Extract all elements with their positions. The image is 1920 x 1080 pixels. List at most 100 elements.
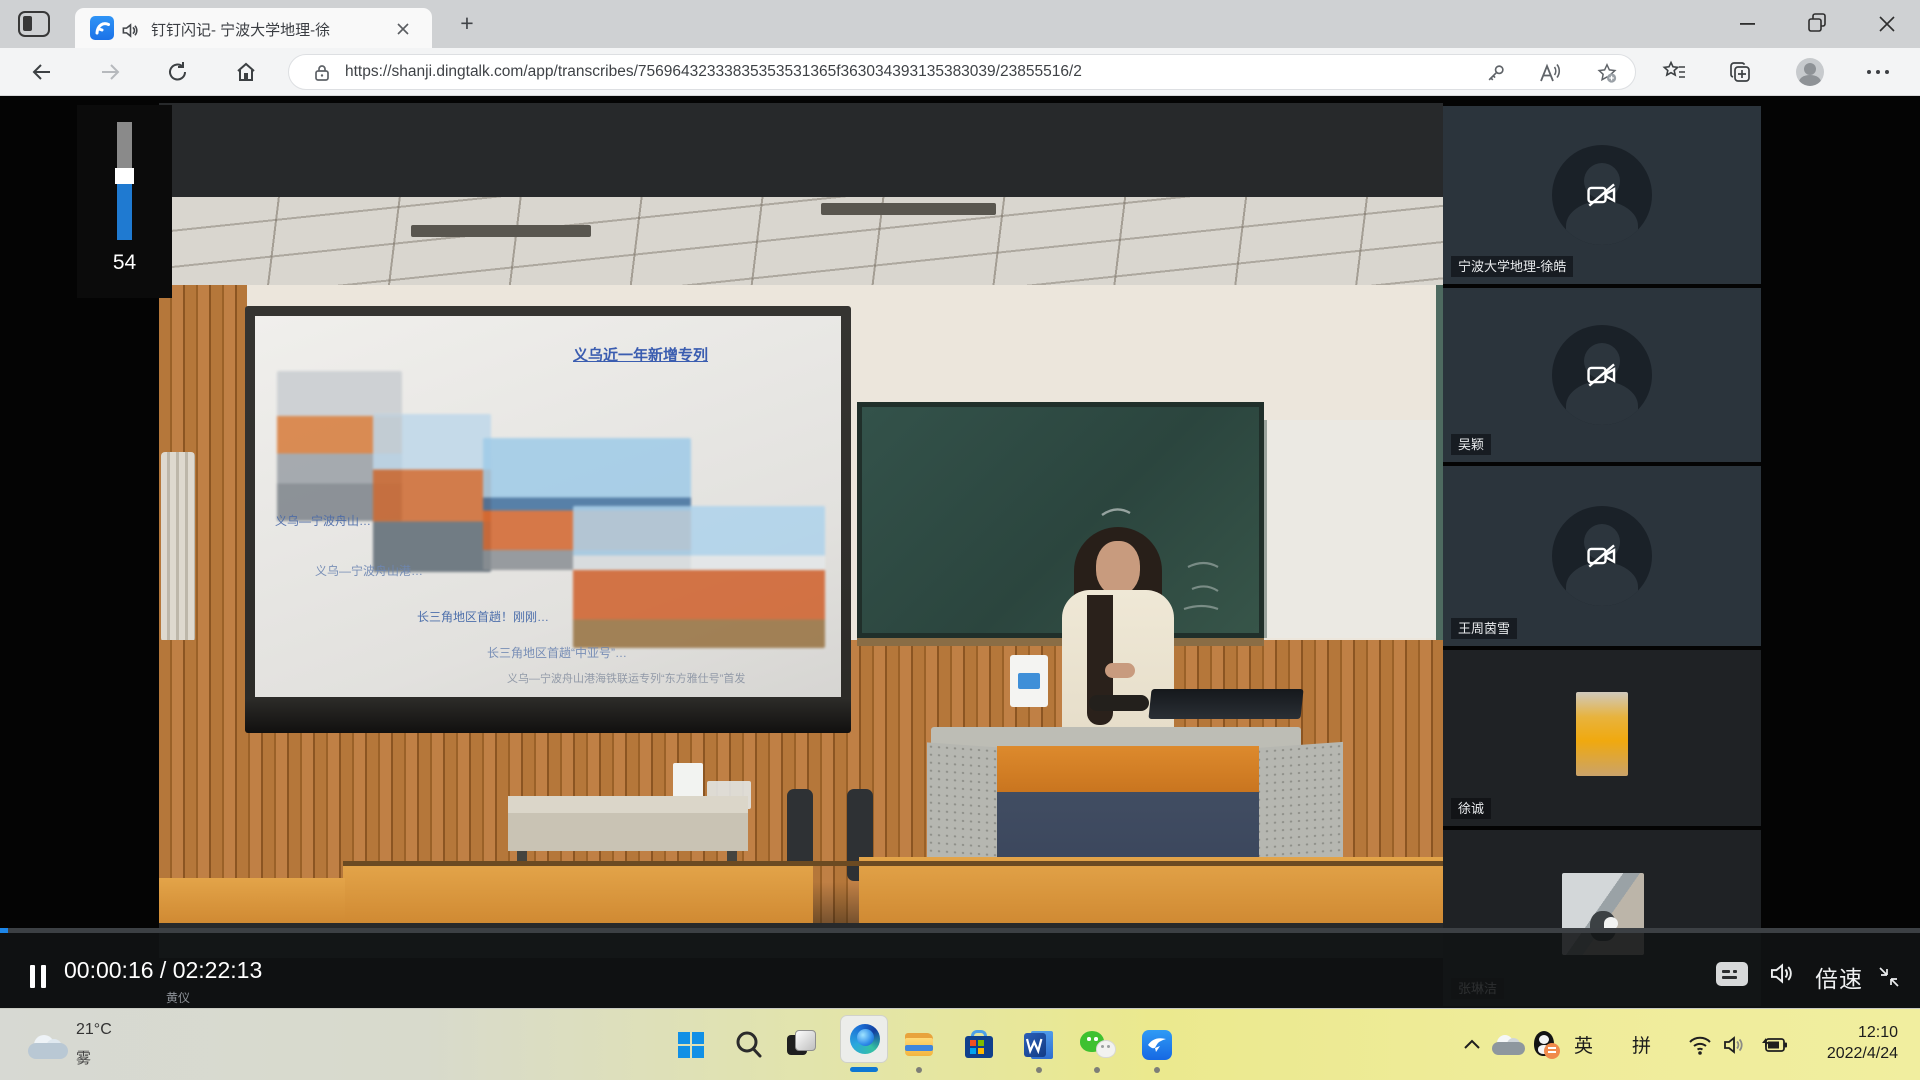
edge-icon <box>850 1024 880 1054</box>
camera-off-icon <box>1585 539 1619 573</box>
front-desk <box>859 857 1443 923</box>
tab-actions-icon[interactable] <box>18 11 50 37</box>
wechat-icon[interactable] <box>1077 1025 1117 1065</box>
battery-icon[interactable] <box>1756 1034 1788 1061</box>
window-restore-button[interactable] <box>1792 0 1842 48</box>
ime-english-indicator[interactable]: 英 <box>1574 1031 1593 1058</box>
window-close-button[interactable] <box>1862 0 1912 48</box>
progress-bar[interactable] <box>0 928 1920 933</box>
collapse-view-icon[interactable] <box>1876 964 1902 995</box>
participant-tile[interactable]: 徐诚 <box>1443 650 1761 826</box>
qq-icon[interactable] <box>1532 1031 1562 1061</box>
player-volume-icon[interactable] <box>1768 960 1795 992</box>
slide-headline: 义乌—宁波舟山… <box>275 512 371 529</box>
microsoft-store-icon[interactable] <box>959 1025 999 1065</box>
desk-front <box>508 813 748 851</box>
participant-avatar <box>1552 506 1652 606</box>
address-bar[interactable]: https://shanji.dingtalk.com/app/transcri… <box>288 54 1636 90</box>
blackboard <box>857 402 1264 638</box>
desktop-screen: 钉钉闪记- 宁波大学地理-徐 + <box>0 0 1920 1080</box>
running-indicator <box>916 1067 922 1073</box>
slide-photo-train <box>373 414 491 572</box>
dingtalk-favicon-icon <box>90 16 114 40</box>
wifi-icon[interactable] <box>1686 1033 1714 1062</box>
subtitle-speaker-tag: 黄仪 <box>166 989 190 1006</box>
volume-slider-track[interactable] <box>117 122 132 168</box>
participant-name: 王周茵雪 <box>1451 618 1517 639</box>
settings-menu-icon[interactable] <box>1864 70 1891 74</box>
slide-caption: 义乌—宁波舟山港海铁联运专列“东方雅仕号”首发 <box>507 670 745 686</box>
playback-speed-button[interactable]: 倍速 <box>1815 960 1863 994</box>
participant-name: 宁波大学地理-徐皓 <box>1451 256 1573 277</box>
progress-fill <box>0 928 8 933</box>
start-button[interactable] <box>671 1025 711 1065</box>
podium-orange-band <box>997 746 1259 792</box>
playback-time: 00:00:16 / 02:22:13 <box>64 957 262 984</box>
profile-avatar[interactable] <box>1796 58 1824 86</box>
tab-title: 钉钉闪记- 宁波大学地理-徐 <box>151 19 391 39</box>
desk-edge <box>343 861 1443 866</box>
clock-time: 12:10 <box>1827 1022 1898 1043</box>
desk-top <box>508 796 748 813</box>
slide-title: 义乌近一年新增专列 <box>573 344 708 365</box>
onedrive-cloud-icon[interactable] <box>1492 1034 1528 1056</box>
classroom-ceiling <box>159 197 1443 285</box>
participant-name: 徐诚 <box>1451 798 1491 819</box>
tray-volume-icon[interactable] <box>1722 1033 1749 1062</box>
projection-screen: 义乌近一年新增专列 义乌—宁波舟山… 义乌—宁波舟山港… 长三角地区首趟！刚刚…… <box>245 306 851 733</box>
forward-button[interactable] <box>98 60 122 84</box>
camera-off-icon <box>1585 178 1619 212</box>
chalk-tray <box>857 638 1264 646</box>
participant-tile[interactable]: 王周茵雪 <box>1443 466 1761 646</box>
back-button[interactable] <box>30 60 54 84</box>
favorites-hub-icon[interactable] <box>1662 59 1688 85</box>
dingtalk-icon[interactable] <box>1137 1025 1177 1065</box>
new-tab-button[interactable]: + <box>452 10 482 38</box>
volume-slider-fill[interactable] <box>117 184 132 240</box>
collections-icon[interactable] <box>1727 59 1753 85</box>
camera-off-icon <box>1585 358 1619 392</box>
tissue-box <box>1010 655 1048 707</box>
url-text: https://shanji.dingtalk.com/app/transcri… <box>345 63 1345 81</box>
video-player[interactable]: 义乌近一年新增专列 义乌—宁波舟山… 义乌—宁波舟山港… 长三角地区首趟！刚刚…… <box>159 103 1443 958</box>
front-desk <box>159 878 345 923</box>
edge-taskbar-active-bg[interactable] <box>840 1015 888 1063</box>
participant-photo <box>1576 692 1628 776</box>
weather-widget[interactable]: 21°C 雾 <box>18 1013 198 1077</box>
radiator <box>161 452 195 642</box>
refresh-button[interactable] <box>166 60 190 84</box>
slide-surface: 义乌近一年新增专列 义乌—宁波舟山… 义乌—宁波舟山港… 长三角地区首趟！刚刚…… <box>255 316 841 697</box>
player-control-bar: 00:00:16 / 02:22:13 黄仪 倍速 <box>0 928 1920 1008</box>
participant-tile[interactable]: 宁波大学地理-徐皓 <box>1443 106 1761 284</box>
weather-condition: 雾 <box>76 1047 91 1068</box>
password-key-icon[interactable] <box>1485 62 1507 89</box>
search-icon[interactable] <box>729 1025 769 1065</box>
tray-expand-chevron[interactable] <box>1460 1034 1484 1061</box>
window-minimize-button[interactable] <box>1722 0 1772 48</box>
word-icon[interactable] <box>1019 1025 1059 1065</box>
door-frame <box>1436 285 1443 640</box>
participant-tile[interactable]: 吴颖 <box>1443 288 1761 462</box>
pause-button[interactable] <box>30 965 52 993</box>
browser-tab-strip: 钉钉闪记- 宁波大学地理-徐 + <box>0 0 1920 48</box>
running-indicator <box>1154 1067 1160 1073</box>
ime-pinyin-indicator[interactable]: 拼 <box>1632 1031 1651 1058</box>
tab-close-icon[interactable] <box>393 19 413 39</box>
clock-date: 2022/4/24 <box>1827 1043 1898 1064</box>
volume-osd: 54 <box>77 105 172 298</box>
file-explorer-icon[interactable] <box>899 1025 939 1065</box>
participant-avatar <box>1552 145 1652 245</box>
home-button[interactable] <box>234 60 258 84</box>
volume-slider-thumb[interactable] <box>115 168 134 184</box>
read-aloud-icon[interactable] <box>1537 62 1561 89</box>
ceiling-light <box>411 225 591 237</box>
add-favorite-star-icon[interactable] <box>1595 62 1619 89</box>
taskbar: 21°C 雾 <box>0 1008 1920 1080</box>
tab-audio-icon[interactable] <box>121 21 140 45</box>
classroom-video-scene: 义乌近一年新增专列 义乌—宁波舟山… 义乌—宁波舟山港… 长三角地区首趟！刚刚…… <box>159 197 1443 923</box>
task-view-icon[interactable] <box>781 1025 821 1065</box>
browser-tab[interactable]: 钉钉闪记- 宁波大学地理-徐 <box>75 8 432 48</box>
subtitles-button[interactable] <box>1716 962 1748 986</box>
taskbar-clock[interactable]: 12:10 2022/4/24 <box>1827 1022 1898 1064</box>
lock-icon[interactable] <box>313 63 331 88</box>
